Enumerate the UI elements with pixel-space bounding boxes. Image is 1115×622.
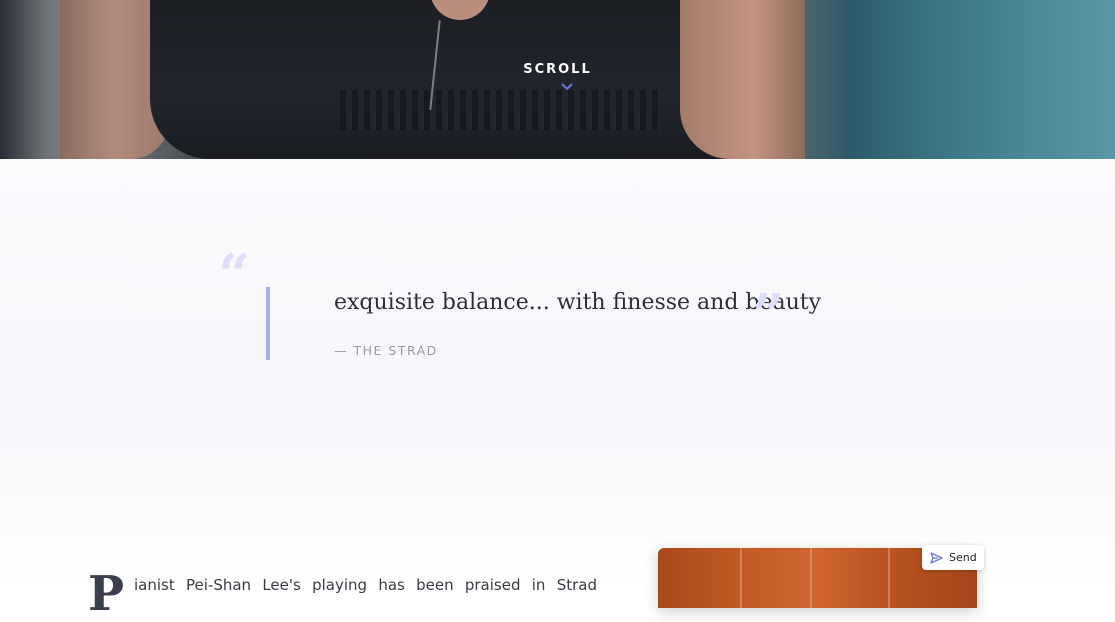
bio-dropcap: P [88,566,125,622]
send-button[interactable]: Send [922,545,984,570]
scroll-label[interactable]: SCROLL [0,62,1115,77]
bio-paragraph: ianist Pei-Shan Lee's playing has been p… [134,576,597,594]
hero-dress-pleats [340,90,660,130]
hero-arm-right [680,0,805,159]
quote-source: — THE STRAD [334,343,438,358]
hero-image [0,0,1115,159]
send-button-label: Send [949,551,977,564]
quote-section [0,159,1115,593]
quote-text: exquisite balance... with finesse and be… [334,290,822,315]
send-icon [930,551,943,564]
open-quote-mark: “ [218,242,251,308]
close-quote-mark: ” [752,282,785,348]
quote-accent-bar [266,287,270,360]
chevron-down-icon[interactable] [561,82,573,92]
